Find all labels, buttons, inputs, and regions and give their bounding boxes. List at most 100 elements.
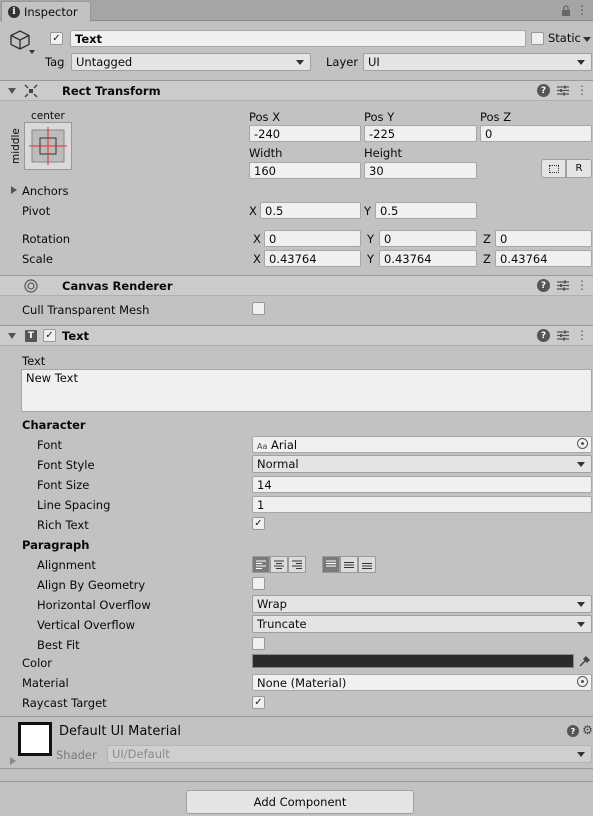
material-title: Default UI Material [59,724,181,739]
canvas-renderer-icon [23,278,39,294]
canvas-renderer-header[interactable]: Canvas Renderer ? ⋮ [0,275,593,296]
pos-x-input[interactable]: -240 [249,125,361,142]
align-left-button[interactable] [252,556,270,573]
align-middle-button[interactable] [340,556,358,573]
line-spacing-input[interactable]: 1 [252,496,592,513]
pivot-y-input[interactable]: 0.5 [375,202,477,219]
text-component-icon: T [25,330,37,342]
rotation-z-input[interactable]: 0 [495,230,592,247]
blueprint-mode-button[interactable] [541,159,566,178]
align-bottom-button[interactable] [358,556,376,573]
info-icon: i [8,6,20,18]
text-component-title: Text [62,329,90,343]
rotation-y-input[interactable]: 0 [379,230,477,247]
rich-text-checkbox[interactable]: ✓ [252,517,265,530]
text-area[interactable]: New Text [21,369,592,412]
anchor-v-label: middle [10,128,22,164]
material-picker-icon[interactable] [577,676,588,687]
rotation-x-input[interactable]: 0 [264,230,361,247]
font-field[interactable]: Aa Arial [252,436,592,453]
align-right-icon [292,560,302,569]
lock-icon[interactable] [560,4,572,16]
best-fit-checkbox[interactable] [252,637,265,650]
align-by-geometry-label: Align By Geometry [37,578,146,592]
anchors-foldout-icon[interactable] [11,186,17,194]
height-input[interactable]: 30 [364,162,477,179]
scale-x-input[interactable]: 0.43764 [264,250,361,267]
material-foldout-icon[interactable] [10,757,16,765]
pos-z-input[interactable]: 0 [480,125,592,142]
align-by-geometry-checkbox[interactable] [252,577,265,590]
active-checkbox[interactable]: ✓ [50,32,63,45]
foldout-arrow-icon[interactable] [8,333,16,339]
width-input[interactable]: 160 [249,162,361,179]
material-settings-icon[interactable]: ⚙ [582,723,593,737]
vertical-overflow-label: Vertical Overflow [37,618,136,632]
layer-dropdown[interactable]: UI [363,53,592,71]
text-enabled-checkbox[interactable]: ✓ [43,329,56,342]
object-name-input[interactable]: Text [70,30,526,47]
tag-dropdown[interactable]: Untagged [71,53,311,71]
context-menu-icon[interactable]: ⋮ [576,82,588,98]
presets-icon[interactable] [556,83,570,98]
inspector-tab[interactable]: i Inspector [1,1,91,22]
align-top-icon [326,560,336,567]
static-dropdown-arrow[interactable] [583,37,591,42]
cull-transparent-mesh-checkbox[interactable] [252,302,265,315]
pos-x-label: Pos X [249,110,281,124]
rich-text-label: Rich Text [37,518,89,532]
scale-y-input[interactable]: 0.43764 [379,250,477,267]
horizontal-overflow-label: Horizontal Overflow [37,598,151,612]
anchor-presets-button[interactable] [24,122,72,170]
material-field[interactable]: None (Material) [252,674,592,691]
material-preview-thumbnail[interactable] [18,722,52,756]
align-middle-icon [344,562,354,568]
material-help-icon[interactable]: ? [567,725,579,737]
help-icon[interactable]: ? [537,329,550,342]
font-size-label: Font Size [37,478,90,492]
presets-icon[interactable] [556,278,570,293]
tag-label: Tag [45,55,65,69]
static-checkbox[interactable] [531,32,544,45]
rotation-z-label: Z [483,232,491,246]
raw-edit-button[interactable]: R [566,159,592,178]
anchors-label[interactable]: Anchors [22,184,69,198]
pivot-x-input[interactable]: 0.5 [260,202,361,219]
horizontal-overflow-dropdown[interactable]: Wrap [252,595,592,613]
context-menu-icon[interactable]: ⋮ [576,277,588,293]
align-left-icon [256,560,266,569]
font-size-input[interactable]: 14 [252,476,592,493]
font-value: Arial [271,438,298,452]
layer-label: Layer [326,55,359,69]
rect-transform-header[interactable]: Rect Transform ? ⋮ [0,80,593,101]
align-center-button[interactable] [270,556,288,573]
align-right-button[interactable] [288,556,306,573]
foldout-arrow-icon[interactable] [8,88,16,94]
font-style-label: Font Style [37,458,95,472]
blueprint-icon [548,164,559,173]
vertical-overflow-dropdown[interactable]: Truncate [252,615,592,633]
text-component-header[interactable]: T ✓ Text ? ⋮ [0,325,593,346]
context-menu-icon[interactable]: ⋮ [576,327,588,343]
inspector-tab-bar: i Inspector ⋮ [0,0,593,22]
help-icon[interactable]: ? [537,279,550,292]
eyedropper-icon[interactable] [578,654,591,668]
pos-z-label: Pos Z [480,110,512,124]
object-picker-icon[interactable] [577,438,588,449]
help-icon[interactable]: ? [537,84,550,97]
pivot-x-label: X [249,204,257,218]
scale-z-input[interactable]: 0.43764 [495,250,592,267]
pos-y-input[interactable]: -225 [364,125,477,142]
pos-y-label: Pos Y [364,110,395,124]
font-style-dropdown[interactable]: Normal [252,455,592,473]
presets-icon[interactable] [556,328,570,343]
pivot-label: Pivot [22,204,51,218]
align-top-button[interactable] [322,556,340,573]
more-menu-icon[interactable]: ⋮ [576,3,588,17]
color-field[interactable] [252,654,574,668]
shader-dropdown[interactable]: UI/Default [107,745,592,763]
icon-dropdown-arrow[interactable] [29,50,35,54]
alignment-label: Alignment [37,558,96,572]
raycast-target-checkbox[interactable]: ✓ [252,696,265,709]
add-component-button[interactable]: Add Component [186,790,414,814]
